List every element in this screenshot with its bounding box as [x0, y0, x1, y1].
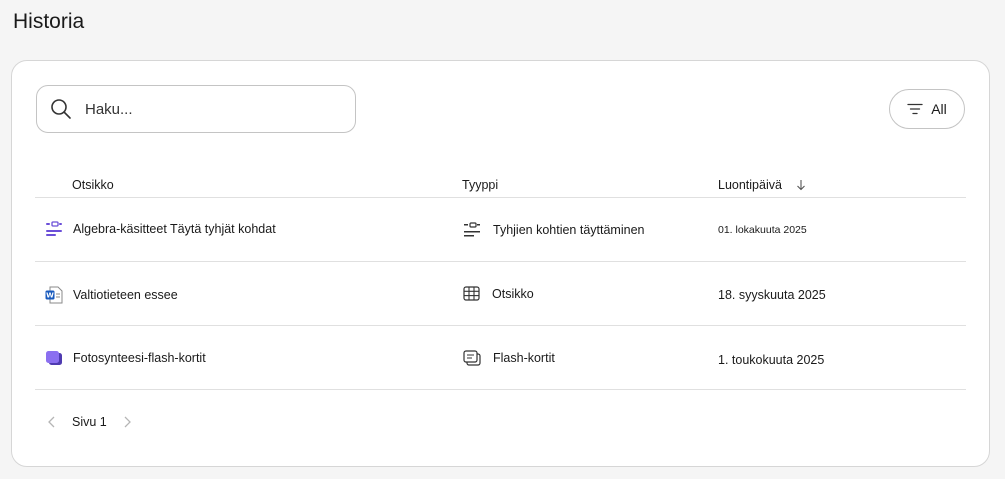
column-header-created-label: Luontipäivä [718, 178, 782, 192]
row-type-cell: Otsikko [463, 286, 534, 301]
row-title: Valtiotieteen essee [73, 288, 178, 302]
row-title: Fotosynteesi-flash-kortit [73, 351, 206, 365]
row-title-cell: W Valtiotieteen essee [45, 286, 178, 304]
row-created: 1. toukokuuta 2025 [718, 353, 825, 367]
row-created: 18. syyskuuta 2025 [718, 288, 826, 302]
history-table: Otsikko Tyyppi Luontipäivä Algebra-käsit… [35, 169, 966, 390]
chevron-left-icon[interactable] [46, 416, 58, 428]
search-box[interactable] [36, 85, 356, 133]
row-type-cell: Flash-kortit [463, 350, 555, 366]
column-header-title[interactable]: Otsikko [72, 178, 114, 192]
row-title-cell: Fotosynteesi-flash-kortit [45, 350, 206, 366]
chevron-right-icon[interactable] [121, 416, 133, 428]
word-document-icon: W [45, 286, 63, 304]
fill-in-blanks-icon [45, 221, 63, 237]
column-header-type[interactable]: Tyyppi [462, 178, 498, 192]
filter-label: All [931, 101, 947, 117]
row-type: Otsikko [492, 286, 534, 301]
row-title-cell: Algebra-käsitteet Täytä tyhjät kohdat [45, 221, 276, 237]
filter-button[interactable]: All [889, 89, 965, 129]
svg-text:W: W [46, 292, 54, 300]
flashcards-outline-icon [463, 350, 481, 366]
flashcards-icon [45, 350, 63, 366]
page-label: Sivu 1 [72, 415, 107, 429]
grid-table-icon [463, 286, 480, 301]
fill-in-blanks-icon [463, 222, 481, 238]
column-header-created[interactable]: Luontipäivä [718, 178, 806, 192]
row-type: Tyhjien kohtien täyttäminen [493, 223, 645, 237]
page-title: Historia [13, 10, 85, 33]
row-type: Flash-kortit [493, 351, 555, 365]
row-created: 01. lokakuuta 2025 [718, 224, 807, 236]
sort-arrow-down-icon [796, 179, 806, 191]
pagination: Sivu 1 [46, 415, 133, 429]
table-row[interactable]: Algebra-käsitteet Täytä tyhjät kohdat Ty… [35, 198, 966, 262]
search-icon [50, 98, 72, 120]
filter-lines-icon [907, 103, 923, 115]
table-row[interactable]: Fotosynteesi-flash-kortit Flash-kortit 1… [35, 326, 966, 390]
table-row[interactable]: W Valtiotieteen essee Otsikko 18. syysku… [35, 262, 966, 326]
row-title: Algebra-käsitteet Täytä tyhjät kohdat [73, 222, 276, 236]
search-input[interactable] [85, 96, 335, 122]
history-card: All Otsikko Tyyppi Luontipäivä Algebra-k… [11, 60, 990, 467]
table-header: Otsikko Tyyppi Luontipäivä [35, 169, 966, 198]
row-type-cell: Tyhjien kohtien täyttäminen [463, 222, 644, 238]
